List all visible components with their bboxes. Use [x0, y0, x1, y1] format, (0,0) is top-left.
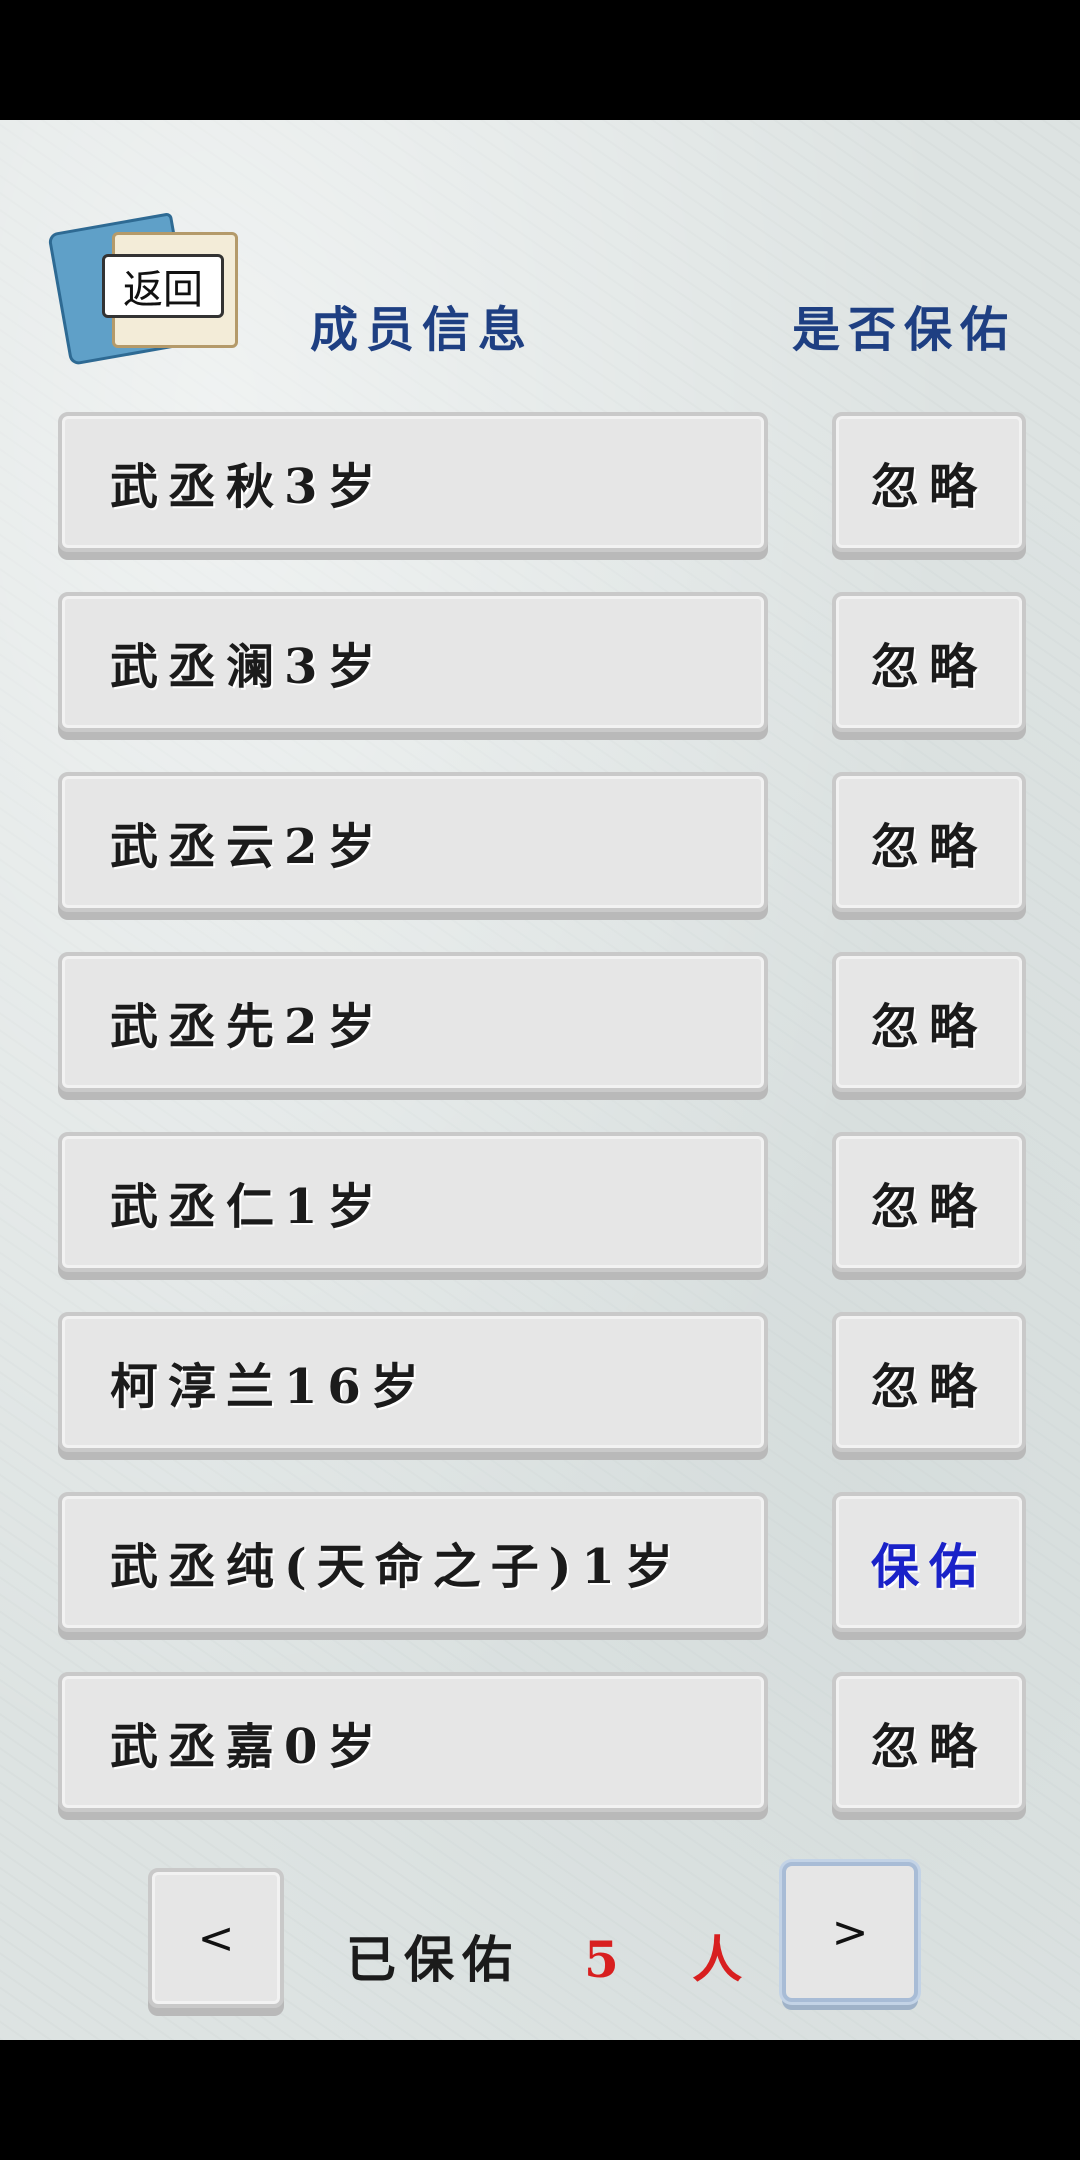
top-status-bar: [0, 0, 1080, 120]
member-status-button-8[interactable]: 忽略: [832, 1672, 1026, 1812]
member-name-row-7[interactable]: 武丞纯(天命之子)1岁: [58, 1492, 768, 1632]
protected-count-value: 5 人: [584, 1930, 771, 1989]
member-name-row-2[interactable]: 武丞澜3岁: [58, 592, 768, 732]
protected-count-label: 已保佑: [346, 1930, 520, 1989]
member-status-button-1[interactable]: 忽略: [832, 412, 1026, 552]
next-page-button[interactable]: >: [782, 1862, 918, 2002]
member-name-row-4[interactable]: 武丞先2岁: [58, 952, 768, 1092]
member-name-row-8[interactable]: 武丞嘉0岁: [58, 1672, 768, 1812]
member-status-button-4[interactable]: 忽略: [832, 952, 1026, 1092]
back-button[interactable]: 返回: [47, 212, 242, 366]
member-status-button-5[interactable]: 忽略: [832, 1132, 1026, 1272]
protect-status-header: 是否保佑: [792, 302, 1017, 358]
member-name-row-6[interactable]: 柯淳兰16岁: [58, 1312, 768, 1452]
member-name-row-3[interactable]: 武丞云2岁: [58, 772, 768, 912]
member-status-button-7[interactable]: 保佑: [832, 1492, 1026, 1632]
member-status-button-3[interactable]: 忽略: [832, 772, 1026, 912]
member-status-button-2[interactable]: 忽略: [832, 592, 1026, 732]
member-name-row-1[interactable]: 武丞秋3岁: [58, 412, 768, 552]
back-button-label: 返回: [102, 254, 224, 318]
member-status-button-6[interactable]: 忽略: [832, 1312, 1026, 1452]
bottom-navigation-bar: [0, 2040, 1080, 2160]
member-name-row-5[interactable]: 武丞仁1岁: [58, 1132, 768, 1272]
prev-page-button[interactable]: <: [148, 1868, 284, 2008]
member-info-header: 成员信息: [310, 302, 535, 358]
